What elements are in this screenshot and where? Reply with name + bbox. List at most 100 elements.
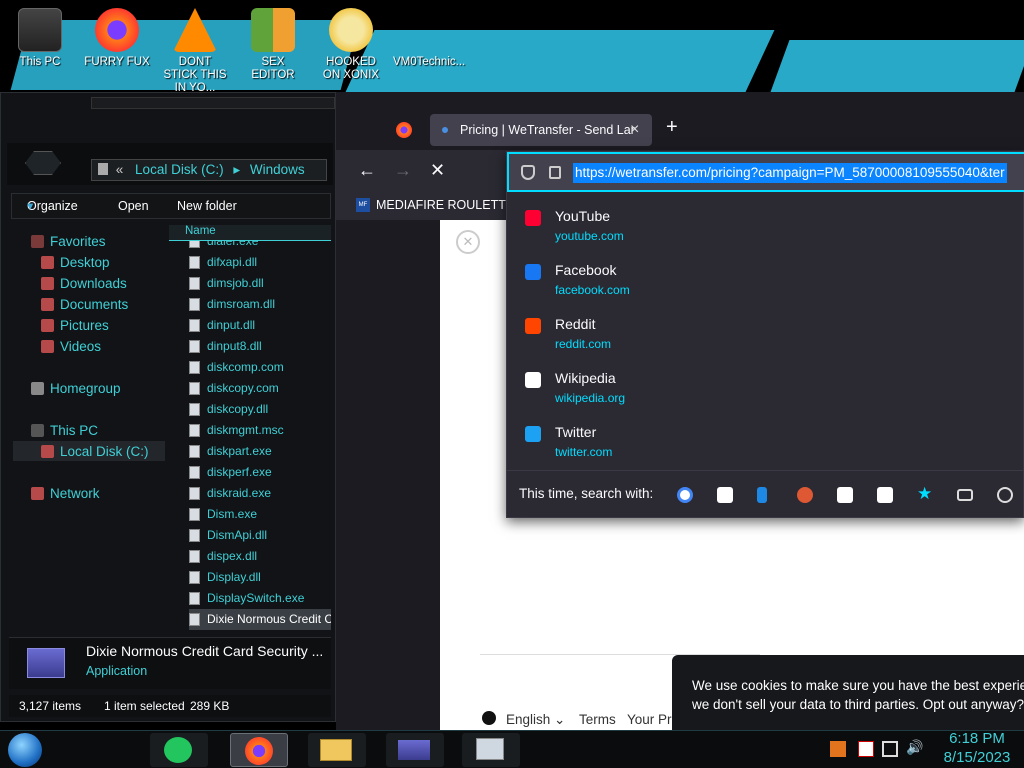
drive-icon bbox=[41, 445, 54, 458]
file-row[interactable]: dimsroam.dll bbox=[189, 294, 331, 315]
file-row[interactable]: diskmgmt.msc bbox=[189, 420, 331, 441]
back-forward-icon[interactable] bbox=[25, 151, 61, 175]
taskbar-app-explorer[interactable] bbox=[308, 733, 366, 767]
file-row[interactable]: diskraid.exe bbox=[189, 483, 331, 504]
nav-pictures[interactable]: Pictures bbox=[41, 318, 109, 333]
volume-icon[interactable]: 🔊 bbox=[906, 739, 923, 755]
suggestion-url: facebook.com bbox=[555, 283, 630, 297]
suggestion-title: Wikipedia bbox=[555, 370, 616, 386]
desktop-icon-dont-stick[interactable]: DONT STICK THIS IN YO... bbox=[161, 8, 229, 95]
url-text[interactable]: https://wetransfer.com/pricing?campaign=… bbox=[573, 163, 1007, 183]
lock-icon[interactable] bbox=[549, 166, 561, 179]
file-row[interactable]: Dism.exe bbox=[189, 504, 331, 525]
file-row[interactable]: Display.dll bbox=[189, 567, 331, 588]
google-icon[interactable] bbox=[677, 487, 693, 503]
start-button[interactable] bbox=[8, 733, 42, 767]
file-row[interactable]: dinput.dll bbox=[189, 315, 331, 336]
file-row[interactable]: Dixie Normous Credit Ca bbox=[189, 609, 331, 630]
suggestion-twitter[interactable]: Twitter twitter.com bbox=[507, 418, 1024, 470]
tab-close-button[interactable]: × bbox=[630, 114, 639, 146]
amazon-icon[interactable] bbox=[717, 487, 733, 503]
breadcrumb-sep[interactable]: ▸ bbox=[233, 162, 240, 177]
file-row[interactable]: DismApi.dll bbox=[189, 525, 331, 546]
nav-network[interactable]: Network bbox=[31, 486, 100, 501]
nav-documents[interactable]: Documents bbox=[41, 297, 128, 312]
new-tab-button[interactable]: + bbox=[666, 116, 678, 139]
suggestion-url: wikipedia.org bbox=[555, 391, 626, 405]
file-icon bbox=[189, 592, 200, 605]
file-row[interactable]: dimsjob.dll bbox=[189, 273, 331, 294]
nav-favorites[interactable]: Favorites bbox=[31, 234, 106, 249]
credit-card-icon bbox=[27, 648, 65, 678]
suggestion-youtube[interactable]: YouTube youtube.com bbox=[507, 202, 1024, 254]
explorer-titlebar[interactable] bbox=[91, 97, 335, 109]
flag-icon[interactable] bbox=[858, 741, 874, 757]
back-arrow-icon[interactable]: ← bbox=[358, 160, 376, 181]
nav-videos[interactable]: Videos bbox=[41, 339, 101, 354]
bookmark-mediafire[interactable]: MEDIAFIRE ROULETTER bbox=[376, 198, 523, 212]
privacy-link[interactable]: Your Pr bbox=[627, 712, 672, 727]
nav-homegroup[interactable]: Homegroup bbox=[31, 381, 121, 396]
status-item-count: 3,127 items bbox=[19, 699, 82, 713]
close-circle-icon[interactable]: ✕ bbox=[456, 230, 480, 254]
taskbar-app-monitor[interactable] bbox=[462, 733, 520, 767]
file-row[interactable]: diskcopy.com bbox=[189, 378, 331, 399]
network-icon[interactable] bbox=[882, 741, 898, 757]
tray-app-icon[interactable] bbox=[830, 741, 846, 757]
shield-icon[interactable] bbox=[521, 165, 535, 180]
taskbar-app-firefox[interactable] bbox=[230, 733, 288, 767]
address-breadcrumb[interactable]: « Local Disk (C:) ▸ Windows bbox=[91, 159, 327, 181]
suggestion-wikipedia[interactable]: Wikipedia wikipedia.org bbox=[507, 364, 1024, 416]
file-row[interactable]: diskperf.exe bbox=[189, 462, 331, 483]
file-row[interactable]: dinput8.dll bbox=[189, 336, 331, 357]
desktop-icon-sex-editor[interactable]: SEX EDITOR bbox=[239, 8, 307, 82]
new-folder-button[interactable]: New folder bbox=[177, 194, 237, 218]
file-name: difxapi.dll bbox=[207, 255, 258, 269]
file-row[interactable]: DisplaySwitch.exe bbox=[189, 588, 331, 609]
nav-desktop[interactable]: Desktop bbox=[41, 255, 110, 270]
suggestion-facebook[interactable]: Facebook facebook.com bbox=[507, 256, 1024, 308]
desktop-icon-hooked-on-xonix[interactable]: HOOKED ON XONIX bbox=[317, 8, 385, 82]
open-button[interactable]: Open bbox=[118, 194, 149, 218]
breadcrumb-folder[interactable]: Windows bbox=[250, 162, 305, 177]
url-bar[interactable]: https://wetransfer.com/pricing?campaign=… bbox=[507, 152, 1024, 192]
desktop-icon-vm0technic[interactable]: VM0Technic... bbox=[393, 8, 465, 69]
file-icon bbox=[189, 382, 200, 395]
desktop-icon-furry-fux[interactable]: FURRY FUX bbox=[83, 8, 151, 69]
file-row[interactable]: diskcopy.dll bbox=[189, 399, 331, 420]
bookmarks-star-icon[interactable]: ★ bbox=[917, 484, 933, 503]
nav-downloads[interactable]: Downloads bbox=[41, 276, 127, 291]
file-row[interactable]: difxapi.dll bbox=[189, 252, 331, 273]
stop-icon[interactable]: ✕ bbox=[430, 160, 445, 181]
breadcrumb-back[interactable]: « bbox=[116, 162, 124, 177]
duckduckgo-icon[interactable] bbox=[797, 487, 813, 503]
clock[interactable]: 6:18 PM 8/15/2023 bbox=[934, 729, 1020, 767]
file-row[interactable]: dispex.dll bbox=[189, 546, 331, 567]
tabs-icon[interactable] bbox=[957, 489, 973, 501]
column-header-name[interactable]: Name bbox=[169, 225, 331, 241]
tab-wetransfer[interactable]: Pricing | WeTransfer - Send Lar × bbox=[430, 114, 652, 146]
file-row[interactable]: diskcomp.com bbox=[189, 357, 331, 378]
file-row[interactable]: dialer.exe bbox=[189, 241, 331, 252]
breadcrumb-drive[interactable]: Local Disk (C:) bbox=[135, 162, 224, 177]
history-icon[interactable] bbox=[997, 487, 1013, 503]
mediafire-icon: MF bbox=[356, 198, 370, 212]
nav-this-pc[interactable]: This PC bbox=[31, 423, 98, 438]
wikipedia-icon[interactable] bbox=[877, 487, 893, 503]
bing-icon[interactable] bbox=[757, 487, 767, 503]
taskbar-app-creditcard[interactable] bbox=[386, 733, 444, 767]
file-row[interactable]: diskpart.exe bbox=[189, 441, 331, 462]
suggestion-reddit[interactable]: Reddit reddit.com bbox=[507, 310, 1024, 362]
terms-link[interactable]: Terms bbox=[579, 712, 616, 727]
language-selector[interactable]: English ⌄ bbox=[506, 712, 565, 728]
file-explorer-window: « Local Disk (C:) ▸ Windows Organize ▾ O… bbox=[0, 92, 336, 722]
taskbar-app-notes[interactable] bbox=[150, 733, 208, 767]
forward-arrow-icon[interactable]: → bbox=[394, 160, 412, 181]
details-pane: Dixie Normous Credit Card Security ... A… bbox=[9, 637, 331, 689]
videos-icon bbox=[41, 340, 54, 353]
nav-local-disk[interactable]: Local Disk (C:) bbox=[41, 444, 149, 459]
firefox-icon[interactable] bbox=[396, 122, 412, 138]
ebay-icon[interactable] bbox=[837, 487, 853, 503]
network-icon bbox=[31, 487, 44, 500]
desktop-icon-this-pc[interactable]: This PC bbox=[6, 8, 74, 69]
